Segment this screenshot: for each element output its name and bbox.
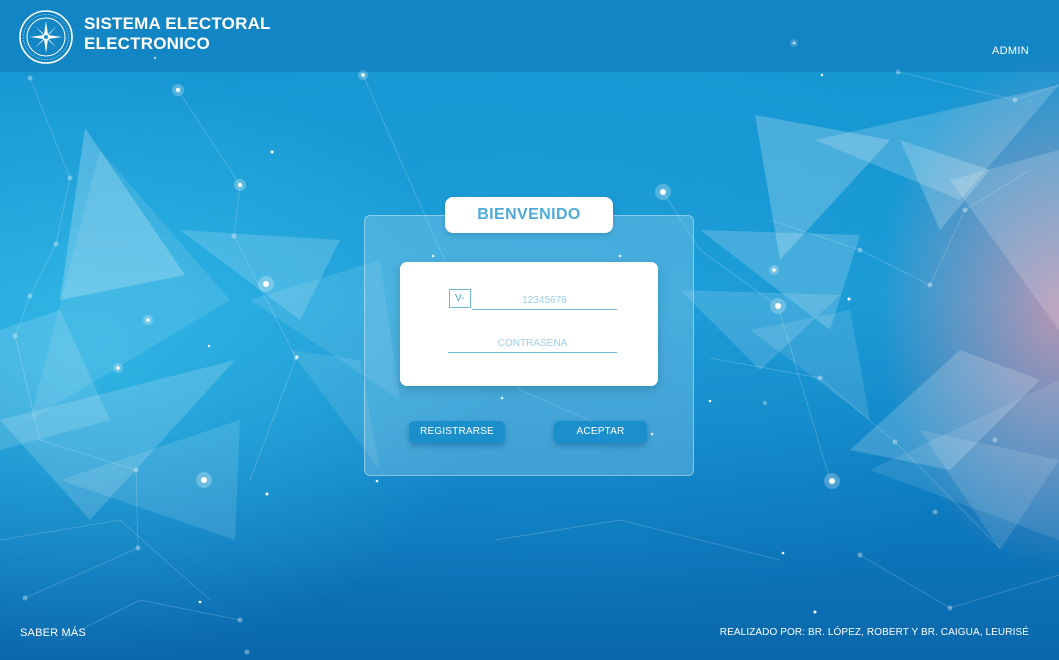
learn-more-link[interactable]: SABER MÁS — [20, 627, 86, 639]
app-title-line1: SISTEMA ELECTORAL — [84, 14, 271, 33]
app-title-line2: ELECTRONICO — [84, 34, 210, 53]
credits-text: REALIZADO POR: BR. LÓPEZ, ROBERT Y BR. C… — [719, 627, 1029, 638]
app-title: SISTEMA ELECTORAL ELECTRONICO — [84, 14, 271, 54]
accept-button[interactable]: ACEPTAR — [554, 421, 647, 443]
admin-link[interactable]: ADMIN — [992, 45, 1029, 57]
id-prefix-label: V- — [449, 289, 471, 308]
register-button[interactable]: REGISTRARSE — [409, 421, 505, 443]
header-bar: SISTEMA ELECTORAL ELECTRONICO ADMIN — [0, 0, 1059, 72]
welcome-heading: BIENVENIDO — [445, 197, 613, 233]
id-number-input[interactable] — [472, 292, 617, 310]
password-input[interactable] — [448, 335, 617, 353]
university-seal-icon — [19, 10, 73, 64]
login-form-card: V- — [400, 262, 658, 386]
